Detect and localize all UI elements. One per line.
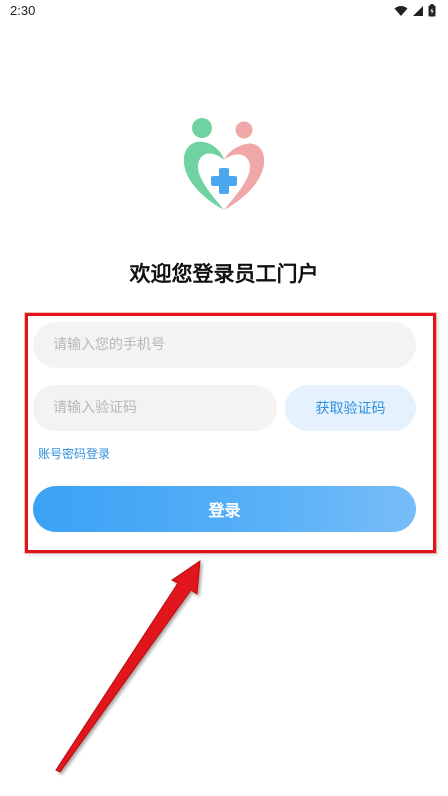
status-time: 2:30 bbox=[10, 3, 36, 18]
cellular-signal-icon bbox=[413, 5, 423, 16]
verification-code-input[interactable] bbox=[33, 385, 277, 431]
password-login-link[interactable]: 账号密码登录 bbox=[38, 445, 110, 462]
login-button[interactable]: 登录 bbox=[33, 486, 416, 532]
get-code-button[interactable]: 获取验证码 bbox=[285, 385, 416, 431]
wifi-icon bbox=[394, 5, 408, 16]
battery-icon bbox=[428, 4, 436, 17]
page-title: 欢迎您登录员工门户 bbox=[129, 262, 319, 286]
care-heart-logo-icon bbox=[183, 118, 265, 210]
status-icons bbox=[394, 4, 436, 17]
status-bar: 2:30 bbox=[0, 0, 448, 24]
phone-input[interactable] bbox=[33, 322, 416, 368]
